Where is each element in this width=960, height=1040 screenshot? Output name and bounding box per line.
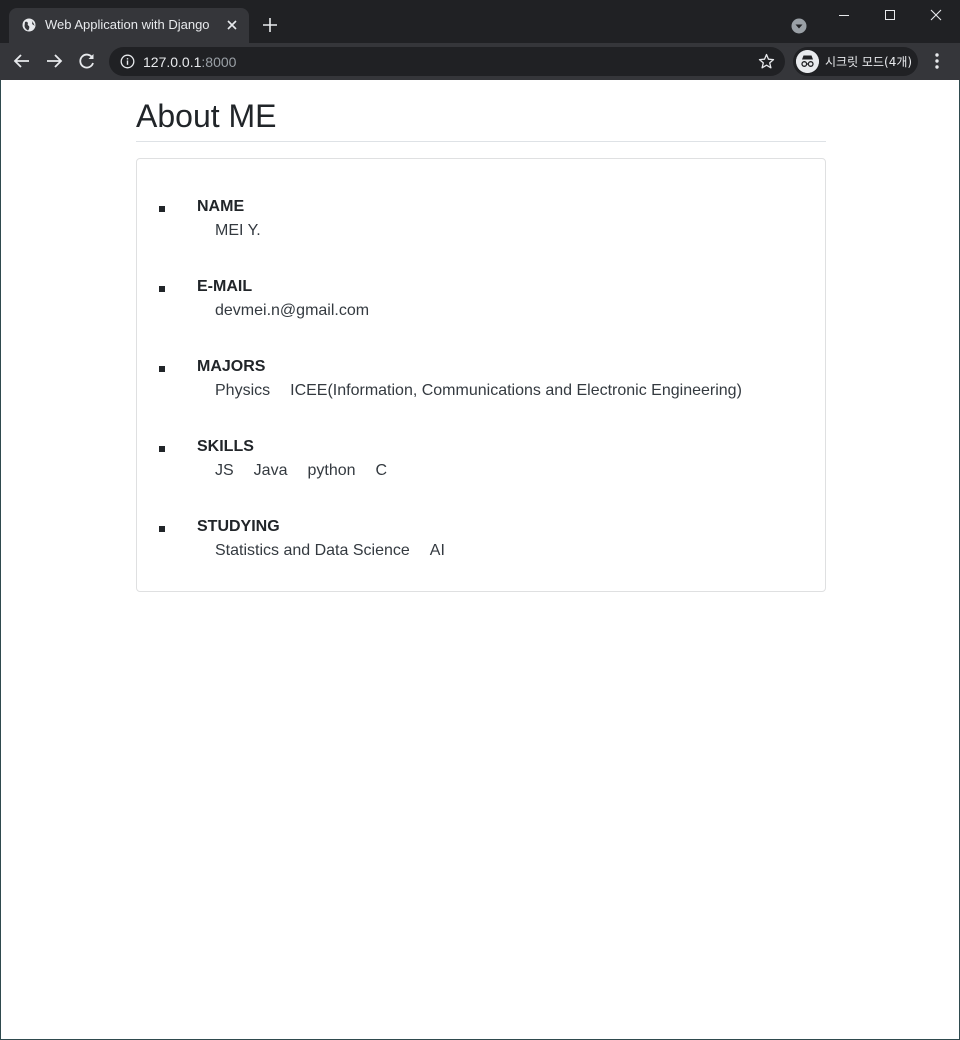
item-values: JS Java python C	[215, 462, 407, 480]
item-values: Statistics and Data Science AI	[215, 542, 465, 560]
close-icon[interactable]	[225, 18, 239, 32]
bullet-icon	[159, 206, 165, 213]
url-host: 127.0.0.1	[143, 54, 202, 70]
minimize-icon[interactable]	[834, 6, 854, 26]
item-value: Statistics and Data Science	[215, 542, 410, 560]
browser-tab[interactable]: Web Application with Django	[9, 8, 249, 43]
url-text[interactable]: 127.0.0.1:8000	[143, 54, 236, 70]
browser-toolbar: 127.0.0.1:8000 시크릿 모드(4개)	[0, 43, 960, 80]
address-bar[interactable]: 127.0.0.1:8000	[109, 47, 785, 76]
item-values: Physics ICEE(Information, Communications …	[215, 382, 762, 400]
about-list: NAME MEI Y. E-MAIL devmei.n@gmail.com MAJORS…	[137, 198, 825, 598]
item-label: SKILLS	[197, 438, 254, 456]
page-title: About ME	[136, 97, 826, 143]
info-icon[interactable]	[120, 54, 135, 69]
list-item: SKILLS JS Java python C	[137, 438, 825, 518]
tab-search-chevron-icon[interactable]	[791, 18, 807, 34]
list-item: MAJORS Physics ICEE(Information, Communica…	[137, 358, 825, 438]
item-value: ICEE(Information, Communications and Ele…	[290, 382, 742, 400]
item-values: MEI Y.	[215, 222, 281, 240]
page-viewport: About ME NAME MEI Y. E-MAIL devmei.n@gmail.…	[0, 80, 960, 1040]
forward-arrow-icon[interactable]	[44, 51, 64, 71]
bullet-icon	[159, 286, 165, 293]
window-close-icon[interactable]	[926, 6, 946, 26]
incognito-label: 시크릿 모드(4개)	[825, 55, 913, 69]
item-value: python	[307, 462, 356, 480]
list-item: NAME MEI Y.	[137, 198, 825, 278]
about-card: NAME MEI Y. E-MAIL devmei.n@gmail.com MAJORS…	[136, 158, 826, 593]
tab-title: Web Application with Django	[45, 17, 210, 32]
url-port: :8000	[201, 54, 237, 70]
list-item: E-MAIL devmei.n@gmail.com	[137, 278, 825, 358]
list-item: STUDYING Statistics and Data Science AI	[137, 518, 825, 598]
bullet-icon	[159, 446, 165, 453]
item-label: NAME	[197, 198, 245, 216]
item-value: AI	[429, 542, 445, 560]
bookmark-star-icon[interactable]	[758, 53, 775, 70]
reload-icon[interactable]	[77, 51, 97, 71]
bullet-icon	[159, 526, 165, 533]
item-value: JS	[215, 462, 234, 480]
item-label: E-MAIL	[197, 278, 253, 296]
item-value: MEI Y.	[215, 222, 261, 240]
browser-titlebar: Web Application with Django	[0, 0, 960, 43]
item-value: Physics	[215, 382, 271, 400]
back-arrow-icon[interactable]	[12, 51, 32, 71]
bullet-icon	[159, 366, 165, 373]
item-values: devmei.n@gmail.com	[215, 302, 389, 320]
item-value: C	[375, 462, 388, 480]
maximize-icon[interactable]	[880, 6, 900, 26]
content-container: About ME NAME MEI Y. E-MAIL devmei.n@gmail.…	[136, 80, 826, 593]
more-menu-icon[interactable]	[928, 51, 946, 71]
item-value: Java	[253, 462, 288, 480]
item-label: MAJORS	[197, 358, 266, 376]
incognito-icon	[796, 50, 819, 73]
item-label: STUDYING	[197, 518, 280, 536]
new-tab-plus-icon[interactable]	[262, 17, 278, 33]
item-value: devmei.n@gmail.com	[215, 302, 370, 320]
globe-icon	[22, 18, 36, 32]
incognito-indicator[interactable]: 시크릿 모드(4개)	[793, 47, 918, 76]
